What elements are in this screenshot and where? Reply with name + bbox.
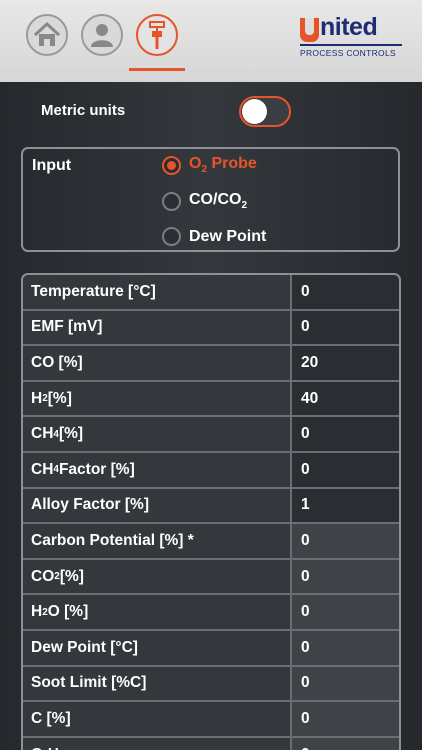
- table-row: Dew Point [°C] 0: [23, 630, 399, 667]
- input-label: Input: [32, 157, 72, 174]
- metric-units-toggle[interactable]: [239, 96, 291, 127]
- parameter-label: CO [%]: [23, 346, 292, 380]
- option-label: O2 Probe: [189, 155, 257, 176]
- logo-u-mark: [300, 18, 319, 42]
- table-row: CO 2 [%] 0: [23, 559, 399, 596]
- probe-icon: [149, 21, 165, 49]
- probe-button[interactable]: [136, 14, 178, 56]
- parameter-label: C3H: [23, 737, 292, 750]
- option-label: Dew Point: [189, 227, 267, 245]
- table-row: C [%] 0: [23, 702, 399, 738]
- option-label: CO/CO2: [189, 191, 248, 212]
- parameter-value-field[interactable]: 0: [292, 559, 399, 594]
- table-row: CH 4 Factor [%] 0: [23, 452, 399, 489]
- logo-word: nited: [320, 13, 378, 41]
- input-option-o2-probe[interactable]: O2 Probe: [162, 155, 257, 175]
- parameter-value-field[interactable]: 0: [292, 275, 399, 309]
- parameter-label: C [%]: [23, 702, 292, 736]
- table-row: CH 4 [%] 0: [23, 417, 399, 453]
- parameter-value-field[interactable]: 20: [292, 346, 399, 380]
- radio-unchecked-icon: [162, 191, 181, 211]
- parameter-value-field[interactable]: 0: [292, 630, 399, 665]
- parameter-value-field[interactable]: 0: [292, 417, 399, 451]
- parameter-label: Carbon Potential [%] *: [23, 524, 292, 558]
- parameter-label: H2 [%]: [23, 381, 292, 416]
- table-row: EMF [mV] 0: [23, 310, 399, 347]
- parameter-label: Dew Point [°C]: [23, 630, 292, 665]
- parameter-value-field[interactable]: 0: [292, 595, 399, 629]
- input-selector: Input O2 Probe CO/CO2 Dew Point: [21, 147, 400, 252]
- metric-units-label: Metric units: [41, 102, 126, 119]
- home-icon: [33, 22, 61, 46]
- input-option-co-co2[interactable]: CO/CO2: [162, 191, 247, 211]
- parameter-value-field[interactable]: 0: [292, 737, 399, 750]
- parameter-label: CH 4 [%]: [23, 417, 292, 451]
- parameter-label: CH 4 Factor [%]: [23, 452, 292, 487]
- parameter-value-field[interactable]: 40: [292, 381, 399, 416]
- active-tab-indicator: [129, 68, 185, 71]
- table-row: Soot Limit [%C] 0: [23, 666, 399, 703]
- table-row: C3H0: [23, 737, 399, 750]
- table-row: Carbon Potential [%] * 0: [23, 524, 399, 560]
- parameter-value-field[interactable]: 1: [292, 488, 399, 523]
- profile-icon: [91, 24, 113, 47]
- parameter-value-field[interactable]: 0: [292, 702, 399, 736]
- radio-unchecked-icon: [162, 227, 181, 246]
- parameter-value-field[interactable]: 0: [292, 666, 399, 701]
- table-row: Alloy Factor [%] 1: [23, 488, 399, 525]
- parameter-value-field[interactable]: 0: [292, 310, 399, 345]
- radio-checked-icon: [162, 155, 181, 175]
- table-row: H2 [%] 40: [23, 381, 399, 418]
- profile-button[interactable]: [81, 14, 123, 56]
- parameter-value-field[interactable]: 0: [292, 524, 399, 558]
- parameter-label: EMF [mV]: [23, 310, 292, 345]
- table-row: Temperature [°C] 0: [23, 275, 399, 311]
- logo-subtitle: PROCESS CONTROLS: [300, 48, 396, 58]
- united-logo: nited PROCESS CONTROLS: [300, 13, 406, 58]
- parameter-value-field[interactable]: 0: [292, 452, 399, 487]
- table-row: H2O [%] 0: [23, 595, 399, 631]
- parameter-label: Temperature [°C]: [23, 275, 292, 309]
- app-header: nited PROCESS CONTROLS: [0, 0, 422, 82]
- input-option-dew-point[interactable]: Dew Point: [162, 227, 266, 246]
- parameter-label: Alloy Factor [%]: [23, 488, 292, 523]
- parameters-table: Temperature [°C] 0 EMF [mV] 0 CO [%] 20 H 2 [%]…: [21, 273, 401, 750]
- home-button[interactable]: [26, 14, 68, 56]
- table-row: CO [%] 20: [23, 346, 399, 382]
- parameter-label: H2O [%]: [23, 595, 292, 629]
- parameter-label: Soot Limit [%C]: [23, 666, 292, 701]
- parameter-label: CO 2 [%]: [23, 559, 292, 594]
- toggle-knob: [242, 99, 267, 124]
